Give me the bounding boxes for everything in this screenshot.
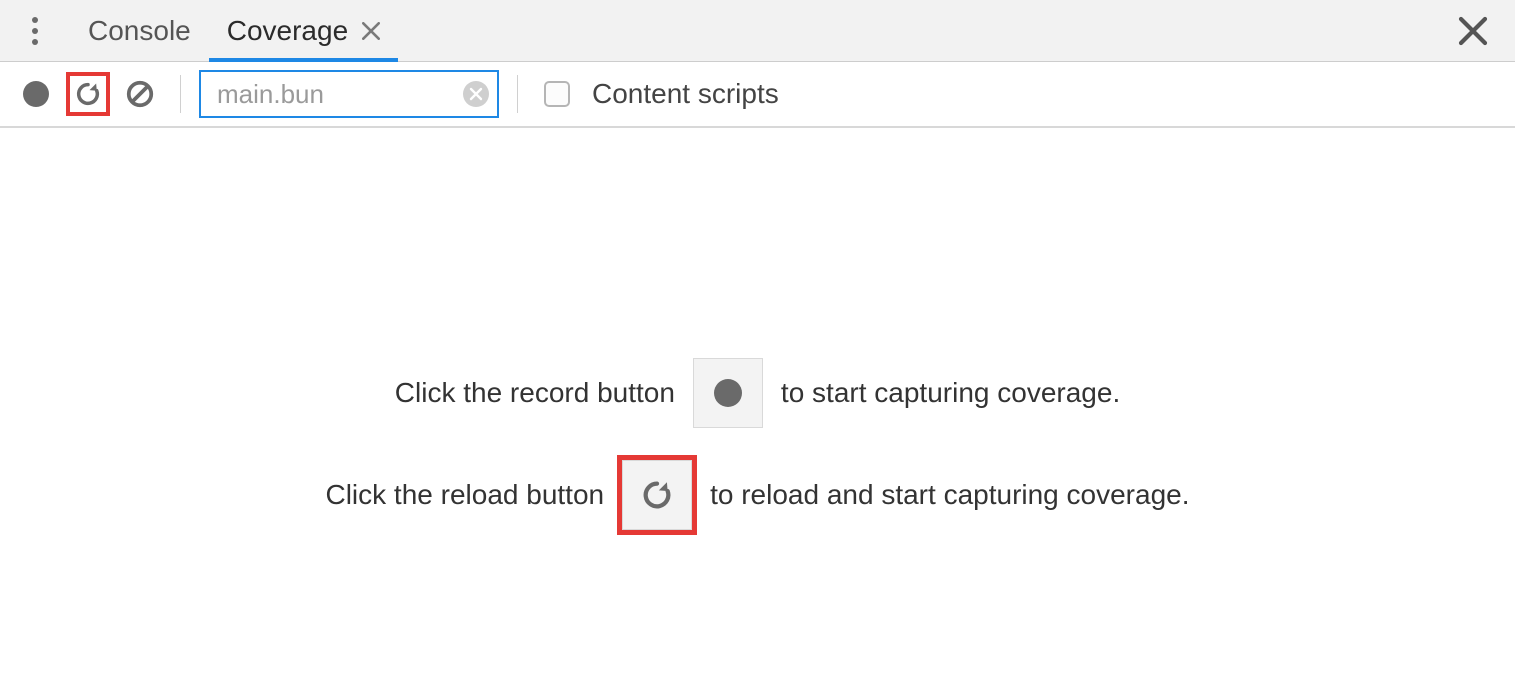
reload-button[interactable] xyxy=(66,72,110,116)
hint-record-button[interactable] xyxy=(693,358,763,428)
hint-reload-post: to reload and start capturing coverage. xyxy=(710,479,1189,511)
url-filter-wrap xyxy=(199,70,499,118)
hint-reload-pre: Click the reload button xyxy=(325,479,604,511)
tab-coverage-label: Coverage xyxy=(227,15,348,47)
hint-record: Click the record button to start capturi… xyxy=(395,358,1120,428)
record-icon xyxy=(714,379,742,407)
ban-icon xyxy=(125,79,155,109)
toolbar-divider xyxy=(180,75,181,113)
toolbar-divider-2 xyxy=(517,75,518,113)
tab-console-label: Console xyxy=(88,15,191,47)
hint-record-post: to start capturing coverage. xyxy=(781,377,1120,409)
drawer-tabbar: Console Coverage xyxy=(0,0,1515,62)
drawer-menu-kebab-icon[interactable] xyxy=(0,0,70,61)
tab-coverage-close-icon[interactable] xyxy=(362,22,380,40)
url-filter-input[interactable] xyxy=(215,78,453,111)
record-icon xyxy=(23,81,49,107)
reload-icon xyxy=(74,80,102,108)
record-button[interactable] xyxy=(14,72,58,116)
reload-icon xyxy=(640,478,674,512)
url-filter-clear-icon[interactable] xyxy=(463,81,489,107)
tab-coverage[interactable]: Coverage xyxy=(209,0,398,61)
hint-record-pre: Click the record button xyxy=(395,377,675,409)
content-scripts-label: Content scripts xyxy=(592,78,779,110)
coverage-toolbar: Content scripts xyxy=(0,62,1515,128)
coverage-empty-state: Click the record button to start capturi… xyxy=(0,128,1515,687)
tab-console[interactable]: Console xyxy=(70,0,209,61)
drawer-close-icon[interactable] xyxy=(1443,0,1503,61)
clear-button[interactable] xyxy=(118,72,162,116)
content-scripts-checkbox[interactable] xyxy=(544,81,570,107)
hint-reload-button[interactable] xyxy=(622,460,692,530)
hint-reload: Click the reload button to reload and st… xyxy=(325,460,1189,530)
